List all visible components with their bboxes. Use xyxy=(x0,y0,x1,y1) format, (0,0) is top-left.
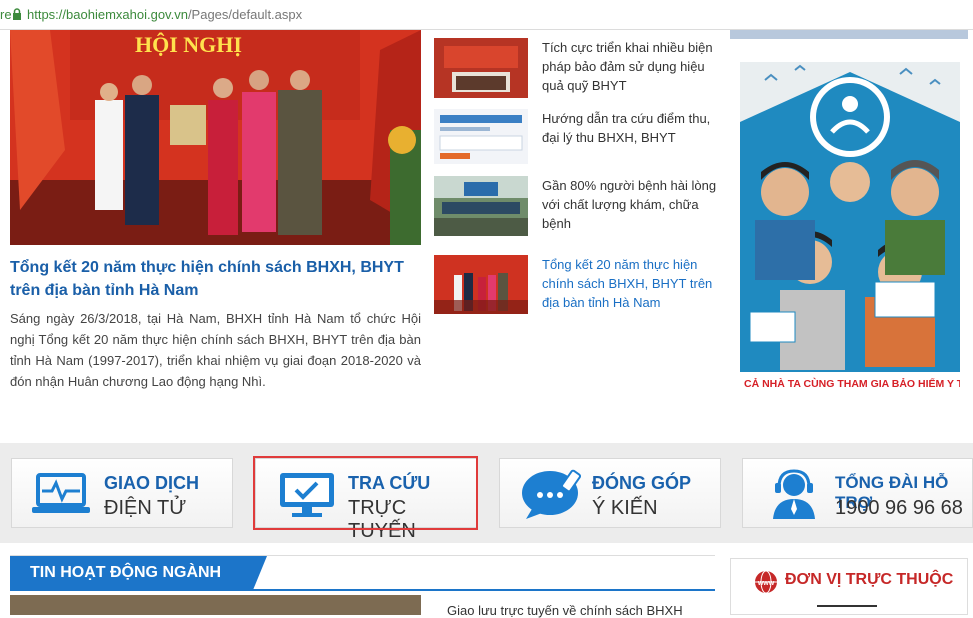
service-hotline-button[interactable]: TỔNG ĐÀI HỖ TRỢ 1900 96 96 68 xyxy=(742,458,973,528)
svg-text:www: www xyxy=(757,580,775,587)
service-line1: GIAO DỊCH xyxy=(104,473,200,493)
url-host: baohiemxahoi.gov.vn xyxy=(66,7,188,22)
tab-prefix-text: re xyxy=(0,7,12,22)
service-feedback-button[interactable]: ĐÓNG GÓP Ý KIẾN xyxy=(499,458,721,528)
section-underline xyxy=(817,605,877,607)
featured-headline-link[interactable]: Tổng kết 20 năm thực hiện chính sách BHX… xyxy=(10,256,422,302)
news-thumbnail[interactable] xyxy=(434,255,528,315)
chat-bubble-icon xyxy=(522,469,582,519)
featured-image[interactable]: HỘI NGHỊ xyxy=(10,30,421,245)
featured-summary: Sáng ngày 26/3/2018, tại Hà Nam, BHXH tỉ… xyxy=(10,311,421,389)
news-thumbnail[interactable] xyxy=(434,38,528,98)
news-title-link[interactable]: Gần 80% người bệnh hài lòng với chất lượ… xyxy=(542,176,722,233)
url-path: /Pages/default.aspx xyxy=(187,7,303,22)
section-title-tab[interactable]: TIN HOẠT ĐỘNG NGÀNH xyxy=(10,556,267,590)
news-thumbnail[interactable] xyxy=(434,109,528,169)
url-text[interactable]: https://baohiemxahoi.gov.vn/Pages/defaul… xyxy=(27,0,302,29)
news-thumbnail[interactable] xyxy=(434,176,528,236)
lock-icon xyxy=(13,8,21,20)
poster-caption: CẢ NHÀ TA CÙNG THAM GIA BẢO HIỂM Y TẾ xyxy=(744,377,960,390)
services-bar: GIAO DỊCH ĐIỆN TỬ TRA CỨU TRỰC TUYẾN ĐÓN… xyxy=(0,443,973,543)
section-title[interactable]: ĐƠN VỊ TRỰC THUỘC xyxy=(785,571,953,589)
url-scheme: https:// xyxy=(27,7,67,22)
affiliated-units-header: www ĐƠN VỊ TRỰC THUỘC xyxy=(730,558,968,615)
service-line2: ĐIỆN TỬ xyxy=(104,497,187,519)
news-title-link[interactable]: Giao lưu trực tuyến về chính sách BHXH xyxy=(447,603,683,618)
news-title-link[interactable]: Hướng dẫn tra cứu điểm thu, đại lý thu B… xyxy=(542,109,722,147)
globe-www-icon: www xyxy=(755,570,777,594)
right-top-banner xyxy=(730,30,968,39)
banner-text: HỘI NGHỊ xyxy=(135,32,242,57)
news-title-link[interactable]: Tổng kết 20 năm thực hiện chính sách BHX… xyxy=(542,255,722,312)
news-title-link[interactable]: Tích cực triển khai nhiều biện pháp bảo … xyxy=(542,38,722,95)
browser-address-bar[interactable]: re https://baohiemxahoi.gov.vn/Pages/def… xyxy=(0,0,973,30)
highlight-box xyxy=(253,456,478,530)
service-line1: ĐÓNG GÓP xyxy=(592,473,692,493)
section-underline xyxy=(10,589,715,591)
news-thumbnail[interactable] xyxy=(10,595,421,615)
service-line2: Ý KIẾN xyxy=(592,497,658,519)
headset-icon xyxy=(773,469,815,519)
bhyt-poster[interactable]: CẢ NHÀ TA CÙNG THAM GIA BẢO HIỂM Y TẾ xyxy=(740,62,960,396)
service-line2: 1900 96 96 68 xyxy=(835,497,963,519)
service-e-transaction-button[interactable]: GIAO DỊCH ĐIỆN TỬ xyxy=(11,458,233,528)
monitor-pulse-icon xyxy=(32,473,90,513)
